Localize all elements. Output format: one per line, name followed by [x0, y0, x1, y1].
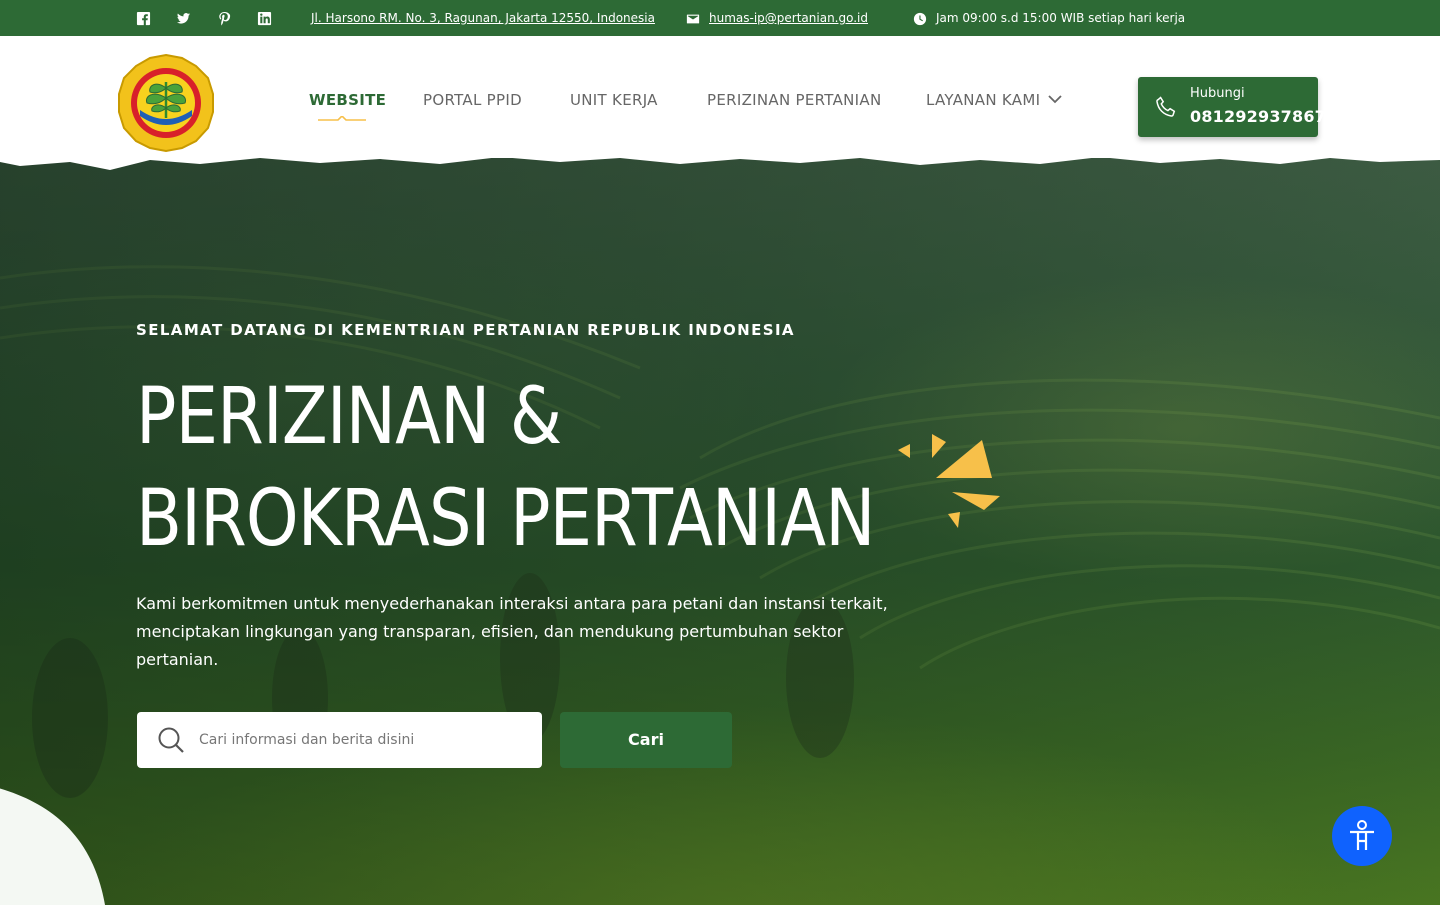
hero-headline: PERIZINAN & BIROKRASI PERTANIAN — [136, 366, 875, 570]
twitter-icon[interactable] — [175, 10, 191, 26]
nav-perizinan-pertanian[interactable]: PERIZINAN PERTANIAN — [707, 90, 881, 110]
address-link[interactable]: Jl. Harsono RM. No. 3, Ragunan, Jakarta … — [311, 10, 655, 26]
pinterest-icon[interactable] — [216, 10, 232, 26]
ministry-logo[interactable] — [116, 52, 216, 154]
hero-headline-line-2: BIROKRASI PERTANIAN — [136, 474, 875, 564]
phone-icon — [1156, 96, 1176, 117]
nav-layanan-kami[interactable]: LAYANAN KAMI — [926, 90, 1040, 110]
email-link[interactable]: humas-ip@pertanian.go.id — [709, 10, 868, 26]
nav-website[interactable]: WEBSITE — [309, 90, 386, 110]
hero-eyebrow: SELAMAT DATANG DI KEMENTRIAN PERTANIAN R… — [136, 321, 795, 339]
nav-active-indicator — [318, 116, 366, 121]
accessibility-button[interactable] — [1332, 806, 1392, 866]
torn-paper-edge — [0, 152, 1440, 170]
search-box — [137, 712, 542, 768]
corner-decoration — [0, 788, 105, 905]
clock-icon — [913, 11, 927, 26]
search-button[interactable]: Cari — [560, 712, 732, 768]
hero-description: Kami berkomitmen untuk menyederhanakan i… — [136, 594, 888, 669]
nav-portal-ppid[interactable]: PORTAL PPID — [423, 90, 522, 110]
contact-label: Hubungi — [1190, 86, 1245, 101]
top-bar: Jl. Harsono RM. No. 3, Ragunan, Jakarta … — [0, 0, 1440, 36]
accessibility-icon — [1350, 820, 1374, 850]
search-input[interactable] — [199, 712, 529, 768]
sparkle-decoration-icon — [898, 434, 1000, 528]
search-icon — [158, 727, 184, 753]
facebook-icon[interactable] — [135, 10, 151, 26]
contact-phone: 081292937867 — [1190, 107, 1326, 126]
hero-headline-line-1: PERIZINAN & — [136, 372, 562, 462]
linkedin-icon[interactable] — [256, 10, 272, 26]
chevron-down-icon[interactable] — [1048, 92, 1062, 106]
contact-button[interactable]: Hubungi 081292937867 — [1138, 77, 1326, 137]
nav-unit-kerja[interactable]: UNIT KERJA — [570, 90, 658, 110]
mail-icon — [686, 11, 700, 25]
office-hours: Jam 09:00 s.d 15:00 WIB setiap hari kerj… — [936, 11, 1186, 25]
